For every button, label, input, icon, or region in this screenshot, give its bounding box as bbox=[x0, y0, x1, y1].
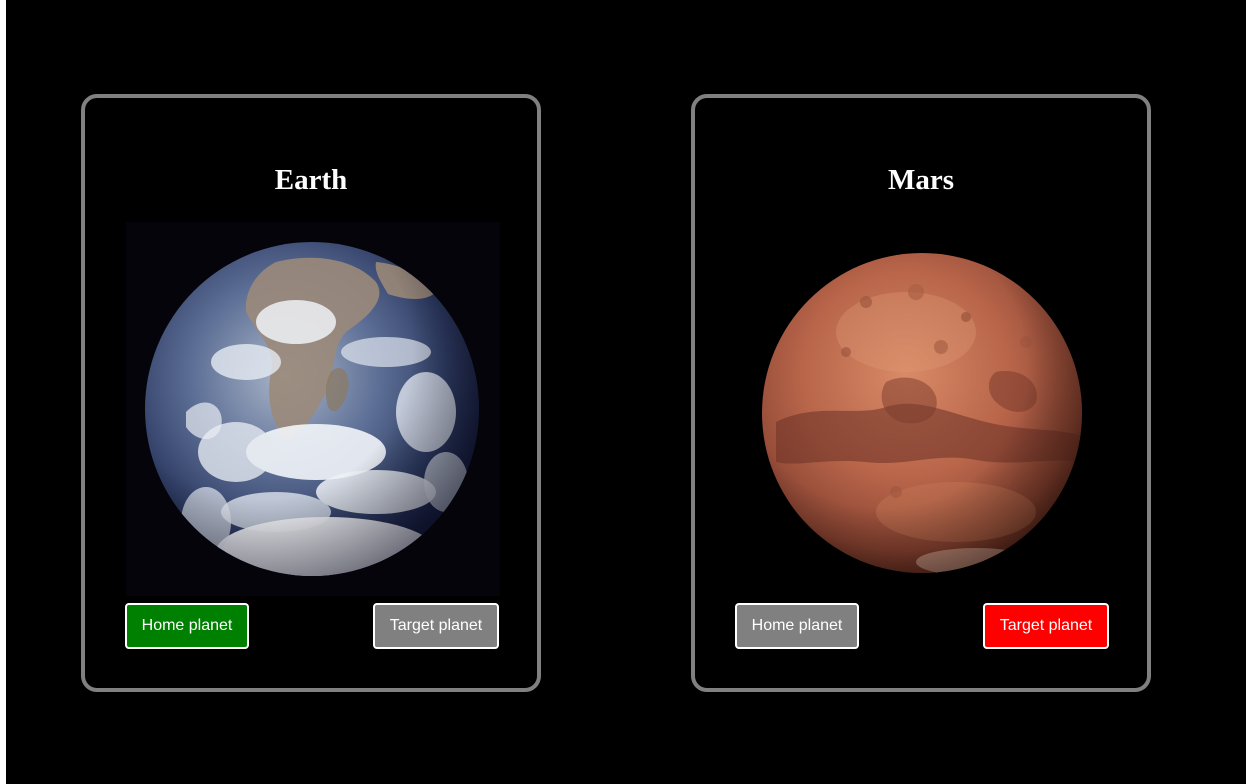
target-planet-button-mars[interactable]: Target planet bbox=[983, 603, 1109, 649]
planet-card-earth: Earth Home planet Target planet bbox=[81, 94, 541, 692]
home-planet-button-earth[interactable]: Home planet bbox=[125, 603, 249, 649]
target-planet-button-earth[interactable]: Target planet bbox=[373, 603, 499, 649]
planet-title: Mars bbox=[887, 164, 955, 196]
earth-globe-image bbox=[126, 222, 500, 596]
page-background: Earth Home planet Target planet Mars Hom… bbox=[6, 0, 1246, 784]
home-planet-button-mars[interactable]: Home planet bbox=[735, 603, 859, 649]
planet-card-mars: Mars Home planet Target planet bbox=[691, 94, 1151, 692]
planet-title: Earth bbox=[274, 164, 348, 196]
mars-globe-image bbox=[736, 222, 1110, 596]
